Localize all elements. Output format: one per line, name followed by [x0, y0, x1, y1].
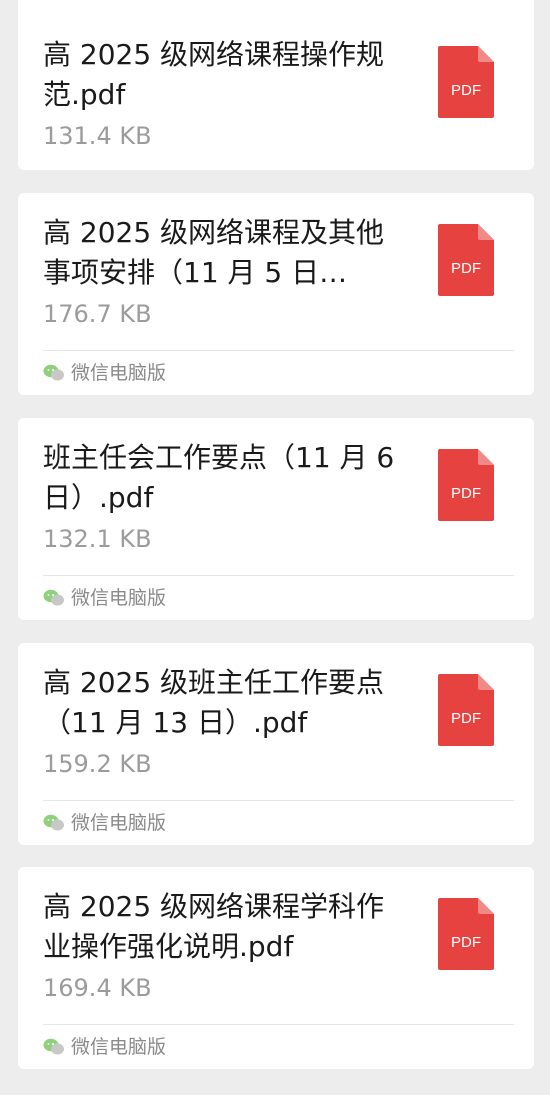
file-message-card[interactable]: 高 2025 级班主任工作要点（11 月 13 日）.pdf 159.2 KB …	[18, 643, 534, 845]
file-name: 高 2025 级班主任工作要点（11 月 13 日）.pdf	[43, 666, 385, 739]
file-size: 169.4 KB	[43, 974, 152, 1002]
source-label: 微信电脑版	[71, 362, 167, 384]
pdf-file-icon: PDF	[438, 898, 494, 970]
pdf-icon-label: PDF	[451, 710, 481, 727]
divider	[43, 1024, 514, 1025]
source-app: 微信电脑版	[43, 1032, 166, 1062]
source-app: 微信电脑版	[43, 583, 166, 613]
pdf-icon-label: PDF	[451, 485, 481, 502]
file-message-card[interactable]: 高 2025 级网络课程及其他事项安排（11 月 5 日… 176.7 KB P…	[18, 193, 534, 395]
source-label: 微信电脑版	[71, 1036, 167, 1058]
wechat-icon	[43, 364, 64, 381]
file-message-card[interactable]: 高 2025 级网络课程学科作业操作强化说明.pdf 169.4 KB PDF …	[18, 867, 534, 1069]
file-name: 高 2025 级网络课程及其他事项安排（11 月 5 日…	[43, 216, 385, 289]
file-size: 132.1 KB	[43, 525, 152, 553]
file-name: 高 2025 级网络课程操作规范.pdf	[43, 38, 385, 111]
source-app: 微信电脑版	[43, 358, 166, 388]
source-label: 微信电脑版	[71, 587, 167, 609]
pdf-file-icon: PDF	[438, 224, 494, 296]
file-name: 班主任会工作要点（11 月 6 日）.pdf	[43, 441, 395, 514]
file-message-card[interactable]: 班主任会工作要点（11 月 6 日）.pdf 132.1 KB PDF 微信电脑…	[18, 418, 534, 620]
pdf-icon-label: PDF	[451, 260, 481, 277]
source-app: 微信电脑版	[43, 808, 166, 838]
pdf-file-icon: PDF	[438, 674, 494, 746]
file-size: 159.2 KB	[43, 750, 152, 778]
wechat-icon	[43, 1038, 64, 1055]
pdf-icon-label: PDF	[451, 82, 481, 99]
file-size: 176.7 KB	[43, 300, 152, 328]
divider	[43, 800, 514, 801]
divider	[43, 575, 514, 576]
pdf-file-icon: PDF	[438, 46, 494, 118]
pdf-file-icon: PDF	[438, 449, 494, 521]
file-message-card[interactable]: 高 2025 级网络课程操作规范.pdf 131.4 KB PDF	[18, 0, 534, 170]
divider	[43, 350, 514, 351]
wechat-icon	[43, 589, 64, 606]
source-label: 微信电脑版	[71, 812, 167, 834]
file-size: 131.4 KB	[43, 122, 152, 150]
wechat-icon	[43, 814, 64, 831]
pdf-icon-label: PDF	[451, 934, 481, 951]
file-name: 高 2025 级网络课程学科作业操作强化说明.pdf	[43, 890, 385, 963]
